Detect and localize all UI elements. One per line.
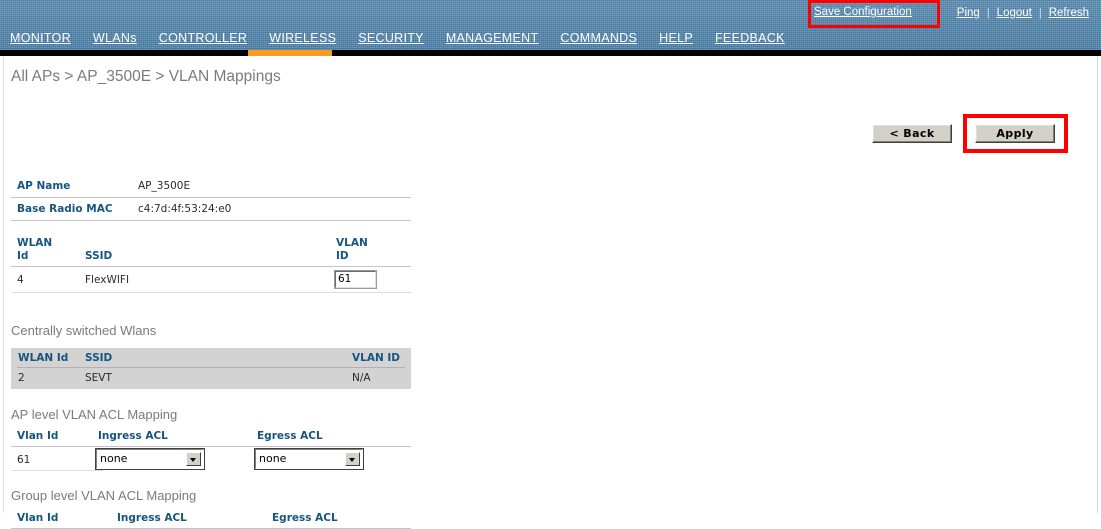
col-header-ap-acl-egress: Egress ACL [257, 430, 323, 442]
back-button[interactable]: < Back [872, 124, 952, 143]
top-banner: Ping | Logout | Refresh Save Configurati… [0, 0, 1101, 50]
ap-acl-header-rule [11, 446, 411, 447]
centrally-switched-wlans-title: Centrally switched Wlans [11, 323, 157, 338]
nav-item-help[interactable]: HELP [659, 31, 693, 46]
cell-central-vlan-id: N/A [352, 372, 371, 384]
cell-central-wlan-id: 2 [18, 372, 25, 384]
col-header-ssid: SSID [85, 250, 113, 262]
base-radio-mac-value: c4:7d:4f:53:24:e0 [138, 203, 232, 215]
ap-acl-row-rule [11, 470, 103, 471]
ap-name-value: AP_3500E [138, 180, 191, 192]
cell-ap-acl-vlan-id: 61 [17, 454, 31, 466]
col-header-central-wlan-id: WLAN Id [18, 352, 69, 364]
col-header-group-acl-ingress: Ingress ACL [117, 512, 187, 524]
nav-item-monitor[interactable]: MONITOR [10, 31, 71, 46]
group-level-acl-title: Group level VLAN ACL Mapping [11, 488, 197, 503]
page-body: All APs > AP_3500E > VLAN Mappings < Bac… [0, 56, 1101, 529]
col-header-ap-acl-ingress: Ingress ACL [98, 430, 168, 442]
ingress-acl-dropdown-button[interactable] [186, 452, 201, 466]
cell-ssid: FlexWIFI [85, 274, 130, 286]
col-header-vlan-id-line2: ID [336, 250, 349, 262]
local-wlan-header-rule [11, 266, 411, 267]
col-header-central-vlan-id: VLAN ID [352, 352, 401, 364]
nav-item-security[interactable]: SECURITY [358, 31, 424, 46]
cell-wlan-id: 4 [17, 274, 24, 286]
egress-acl-select-value: none [259, 452, 287, 465]
base-radio-mac-label: Base Radio MAC [17, 203, 113, 215]
nav-item-commands[interactable]: COMMANDS [560, 31, 637, 46]
save-configuration-highlight-box [808, 0, 940, 28]
ingress-acl-select-value: none [100, 452, 128, 465]
ping-link[interactable]: Ping [951, 5, 986, 21]
left-frame-rule [3, 56, 4, 513]
right-frame-rule [1097, 56, 1098, 513]
ap-level-acl-title: AP level VLAN ACL Mapping [11, 407, 178, 422]
refresh-link[interactable]: Refresh [1043, 5, 1095, 21]
vlan-id-input[interactable]: 61 [334, 270, 377, 289]
col-header-group-acl-vlan-id: Vlan Id [17, 512, 59, 524]
col-header-group-acl-egress: Egress ACL [272, 512, 338, 524]
centrally-switched-wlans-table: WLAN Id SSID VLAN ID 2 SEVT N/A [11, 348, 411, 389]
utility-links: Ping | Logout | Refresh [951, 4, 1095, 22]
chevron-down-icon [349, 458, 355, 462]
col-header-wlan-id-line1: WLAN [17, 237, 53, 249]
nav-item-management[interactable]: MANAGEMENT [446, 31, 539, 46]
local-wlan-row-rule [11, 292, 411, 293]
nav-item-controller[interactable]: CONTROLLER [159, 31, 247, 46]
nav-item-wlans[interactable]: WLANs [93, 31, 137, 46]
ingress-acl-select[interactable]: none [95, 448, 205, 470]
breadcrumb: All APs > AP_3500E > VLAN Mappings [11, 68, 281, 85]
chevron-down-icon [190, 458, 196, 462]
egress-acl-dropdown-button[interactable] [345, 452, 360, 466]
main-navigation: MONITOR WLANs CONTROLLER WIRELESS SECURI… [0, 31, 807, 50]
ap-name-row-rule [11, 197, 411, 198]
nav-item-feedback[interactable]: FEEDBACK [715, 31, 785, 46]
col-header-wlan-id-line2: Id [17, 250, 29, 262]
ap-name-label: AP Name [17, 180, 71, 192]
apply-button-highlight-box [963, 114, 1068, 153]
nav-item-wireless[interactable]: WIRELESS [269, 31, 336, 46]
central-wlan-header-rule [17, 367, 405, 368]
cell-central-ssid: SEVT [85, 372, 112, 384]
logout-link[interactable]: Logout [991, 5, 1038, 21]
col-header-vlan-id-line1: VLAN [336, 237, 368, 249]
base-radio-mac-row-rule [11, 220, 411, 221]
col-header-ap-acl-vlan-id: Vlan Id [17, 430, 59, 442]
egress-acl-select[interactable]: none [254, 448, 364, 470]
col-header-central-ssid: SSID [85, 352, 113, 364]
